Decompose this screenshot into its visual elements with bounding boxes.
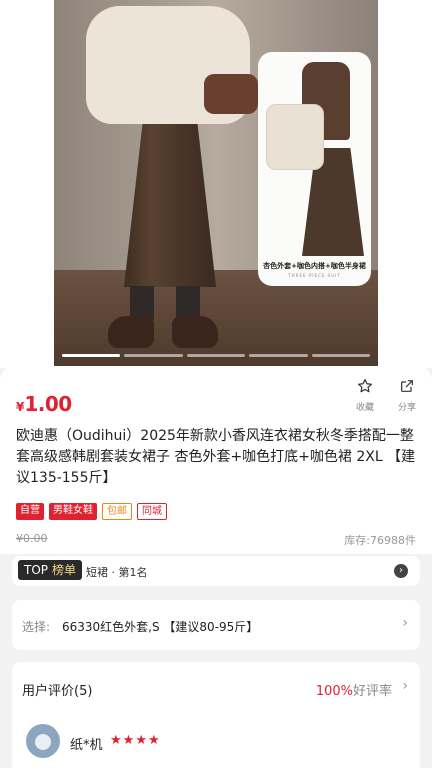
chevron-right-icon[interactable]: › (394, 564, 408, 578)
good-rate-value: 100% (315, 684, 353, 699)
favorite-label: 收藏 (355, 403, 374, 413)
spec-value: 66330红色外套,S 【建议80-95斤】 (62, 620, 259, 634)
reviews-section[interactable]: 用户评价(5) 100%好评率 › 纸*机 ★★★★ (12, 662, 420, 768)
outfit-subcaption: THREE-PIECE SUIT (288, 273, 341, 278)
chevron-right-icon: › (402, 615, 408, 631)
ranking-bar[interactable]: TOP 榜单 短裙 · 第1名 › (12, 556, 420, 586)
gallery-dot[interactable] (124, 354, 183, 357)
star-icon: ★ (147, 733, 161, 748)
favorite-button[interactable]: 收藏 (350, 378, 380, 413)
tag-category: 男鞋女鞋 (49, 503, 97, 520)
share-button[interactable]: 分享 (392, 378, 422, 413)
product-gallery[interactable]: 杏色外套+咖色内搭+咖色半身裙 THREE-PIECE SUIT (0, 0, 432, 368)
product-photo[interactable]: 杏色外套+咖色内搭+咖色半身裙 THREE-PIECE SUIT (54, 0, 378, 366)
star-icon: ★ (122, 733, 136, 748)
model-leg (130, 286, 154, 320)
gallery-dot[interactable] (186, 354, 246, 357)
model-leg (176, 286, 200, 320)
product-title: 欧迪惠（Oudihui）2025年新款小香风连衣裙女秋冬季搭配一整套高级感韩剧套… (16, 428, 416, 486)
star-icon: ★ (135, 733, 148, 748)
model-handbag (204, 74, 258, 114)
product-price: ¥1.00 (16, 392, 72, 416)
gallery-indicator (54, 354, 378, 357)
avatar (26, 724, 60, 758)
spec-label: 选择: (22, 620, 51, 634)
model-boot (172, 316, 218, 348)
model-boot (108, 316, 154, 348)
rating-stars: ★★★★ (110, 733, 161, 748)
stock-count: 库存:76988件 (344, 534, 416, 547)
gallery-dot[interactable] (311, 354, 371, 357)
gallery-dot[interactable] (249, 354, 308, 357)
ranking-badge: TOP 榜单 (18, 560, 83, 580)
star-outline-icon (358, 379, 372, 393)
outfit-coat (266, 104, 324, 170)
reviews-heading: 用户评价(5) (22, 684, 93, 699)
share-label: 分享 (397, 403, 416, 413)
outfit-card: 杏色外套+咖色内搭+咖色半身裙 THREE-PIECE SUIT (258, 52, 371, 286)
tag-free-shipping: 包邮 (102, 503, 132, 520)
chevron-right-icon[interactable]: › (402, 678, 408, 694)
good-rate-label: 好评率 (352, 684, 392, 699)
reviewer-name: 纸*机 (70, 738, 103, 753)
gallery-dot[interactable] (62, 354, 121, 357)
original-price: ¥0.00 (16, 532, 48, 545)
spec-selector[interactable]: 选择: 66330红色外套,S 【建议80-95斤】 › (12, 600, 420, 650)
tag-same-city: 同城 (137, 503, 167, 520)
good-rate: 100%好评率 (316, 680, 392, 699)
price-value: 1.00 (24, 392, 72, 416)
share-icon (401, 380, 413, 392)
product-info: ¥1.00 收藏 分享 欧迪惠（Oudihui）2025年新款小香风连衣裙女秋冬… (0, 366, 432, 554)
ranking-badge-top: TOP (24, 563, 49, 577)
ranking-text: 短裙 · 第1名 (86, 566, 148, 579)
star-icon: ★ (110, 733, 123, 748)
outfit-caption: 杏色外套+咖色内搭+咖色半身裙 (263, 262, 366, 270)
product-tags: 自营 男鞋女鞋 包邮 同城 (16, 503, 167, 520)
tag-self-operated: 自营 (16, 503, 44, 520)
ranking-badge-label: 榜单 (52, 563, 77, 577)
